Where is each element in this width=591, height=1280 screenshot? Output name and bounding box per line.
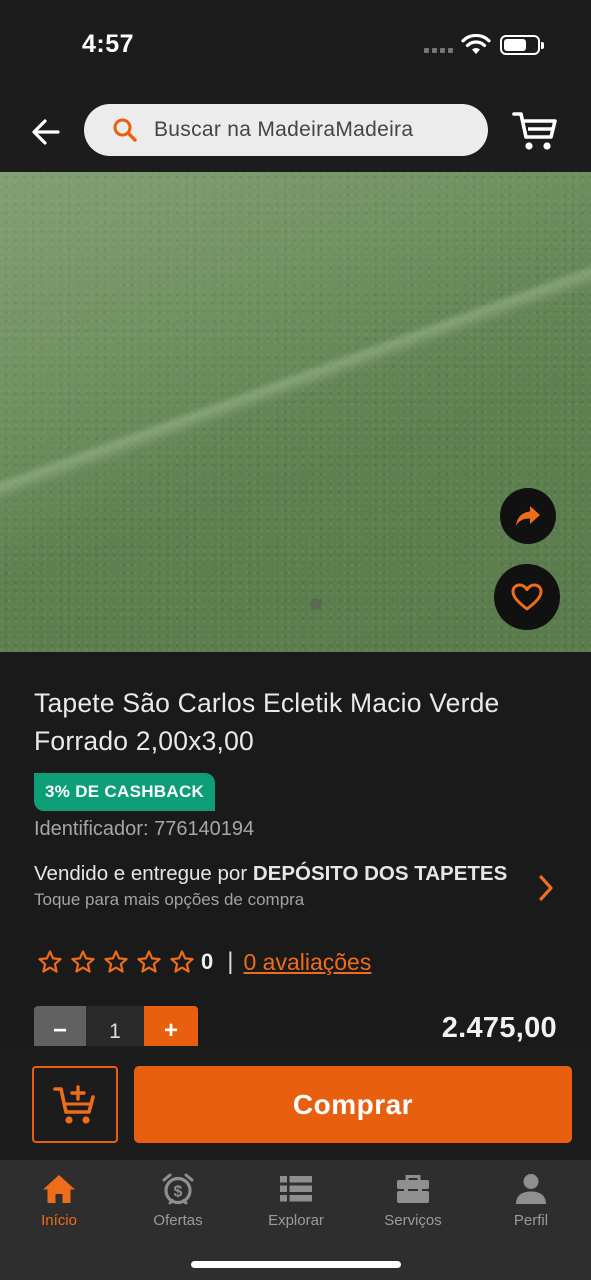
star-empty-icon (38, 950, 62, 973)
seller-prefix: Vendido e entregue por (34, 862, 253, 885)
product-image[interactable] (0, 172, 591, 652)
wifi-icon (461, 34, 491, 54)
add-to-cart-button[interactable] (32, 1066, 118, 1143)
tab-label: Início (41, 1212, 77, 1229)
cellular-signal-icon (424, 48, 453, 53)
tab-label: Serviços (384, 1212, 442, 1229)
list-icon (280, 1176, 312, 1202)
buy-bar: Comprar (0, 1046, 591, 1160)
seller-subtitle: Toque para mais opções de compra (34, 890, 305, 909)
cart-icon[interactable] (512, 110, 558, 152)
star-empty-icon (104, 950, 128, 973)
tab-label: Ofertas (153, 1212, 203, 1229)
toolbox-icon (397, 1175, 429, 1203)
tab-ofertas[interactable]: $ Ofertas (128, 1172, 228, 1229)
quantity-stepper: − 1 + (34, 1006, 198, 1046)
seller-name: DEPÓSITO DOS TAPETES (252, 862, 508, 885)
seller-row[interactable]: Vendido e entregue por DEPÓSITO DOS TAPE… (34, 862, 554, 918)
favorite-button[interactable] (494, 564, 560, 630)
search-icon (113, 118, 137, 142)
rating-separator: | (227, 948, 234, 975)
product-identifier: Identificador: 776140194 (34, 818, 255, 840)
quantity-value: 1 (86, 1006, 144, 1046)
back-arrow-icon[interactable] (28, 114, 64, 150)
battery-icon (500, 35, 544, 55)
rating-stars (37, 949, 195, 975)
carousel-indicator (310, 598, 322, 610)
product-info: Tapete São Carlos Ecletik Macio Verde Fo… (0, 652, 591, 1052)
share-button[interactable] (500, 488, 556, 544)
search-placeholder: Buscar na MadeiraMadeira (154, 118, 414, 141)
chevron-right-icon (539, 875, 553, 901)
tab-label: Perfil (513, 1212, 549, 1229)
star-empty-icon (137, 950, 161, 973)
tab-label: Explorar (268, 1212, 324, 1229)
tab-inicio[interactable]: Início (9, 1172, 109, 1229)
alarm-dollar-icon: $ (162, 1173, 194, 1205)
tab-perfil[interactable]: Perfil (481, 1172, 581, 1229)
svg-text:$: $ (174, 1184, 183, 1201)
product-title: Tapete São Carlos Ecletik Macio Verde Fo… (34, 688, 500, 756)
star-empty-icon (170, 950, 194, 973)
person-icon (516, 1174, 546, 1204)
search-input[interactable]: Buscar na MadeiraMadeira (84, 104, 488, 156)
star-empty-icon (71, 950, 95, 973)
product-price: 2.475,00 (441, 1012, 557, 1044)
heart-icon (511, 583, 543, 611)
quantity-increase-button[interactable]: + (144, 1006, 198, 1046)
header: Buscar na MadeiraMadeira (0, 90, 591, 172)
add-to-cart-icon (53, 1084, 95, 1124)
status-time: 4:57 (82, 30, 135, 58)
tab-servicos[interactable]: Serviços (363, 1172, 463, 1229)
share-icon (516, 506, 540, 526)
tab-explorar[interactable]: Explorar (246, 1172, 346, 1229)
reviews-link[interactable]: 0 avaliações (243, 949, 371, 976)
status-bar: 4:57 (0, 0, 591, 90)
quantity-decrease-button[interactable]: − (34, 1006, 86, 1046)
rating-row: 0 | 0 avaliações (37, 946, 371, 978)
home-icon (43, 1175, 75, 1203)
cashback-badge: 3% DE CASHBACK (34, 773, 216, 811)
rating-count: 0 (201, 949, 214, 974)
buy-button[interactable]: Comprar (134, 1066, 572, 1143)
home-indicator (191, 1261, 401, 1268)
